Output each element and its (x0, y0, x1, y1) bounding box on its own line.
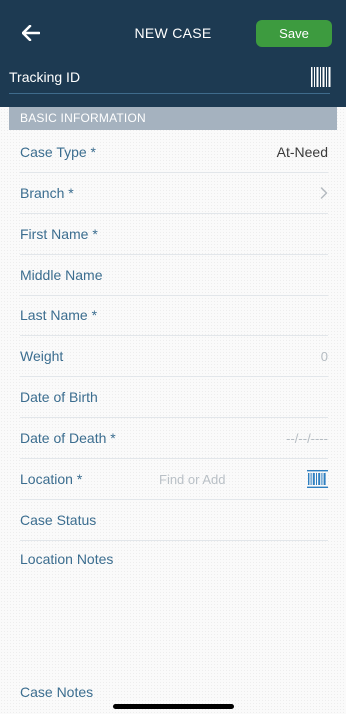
first-name-row[interactable]: First Name * (20, 214, 328, 255)
barcode-icon (307, 470, 328, 488)
case-type-value: At-Need (276, 144, 328, 160)
location-row[interactable]: Location * Find or Add (20, 459, 328, 500)
location-barcode-button[interactable] (307, 470, 328, 488)
date-of-birth-label: Date of Birth (20, 389, 98, 405)
location-label: Location * (20, 471, 83, 487)
home-indicator (113, 704, 234, 709)
app-header: NEW CASE Save Tracking ID (0, 0, 346, 107)
tracking-underline (9, 93, 330, 94)
date-of-death-label: Date of Death * (20, 430, 116, 446)
last-name-row[interactable]: Last Name * (20, 295, 328, 336)
middle-name-row[interactable]: Middle Name (20, 255, 328, 296)
date-of-death-input[interactable]: --/--/---- (286, 431, 328, 446)
location-search-input[interactable]: Find or Add (159, 472, 226, 487)
weight-label: Weight (20, 348, 64, 364)
section-header-basic-information: BASIC INFORMATION (9, 107, 337, 130)
branch-row[interactable]: Branch * (20, 173, 328, 214)
last-name-label: Last Name * (20, 307, 98, 323)
tracking-id-field[interactable]: Tracking ID (9, 69, 80, 85)
weight-input[interactable]: 0 (321, 349, 328, 364)
case-status-label: Case Status (20, 512, 97, 528)
case-status-row[interactable]: Case Status (20, 500, 328, 541)
case-notes-label: Case Notes (20, 683, 94, 700)
barcode-icon (311, 67, 331, 87)
case-type-row[interactable]: Case Type * At-Need (20, 132, 328, 173)
date-of-birth-row[interactable]: Date of Birth (20, 377, 328, 418)
chevron-right-icon (320, 187, 328, 199)
branch-label: Branch * (20, 185, 74, 201)
date-of-death-row[interactable]: Date of Death * --/--/---- (20, 418, 328, 459)
case-type-label: Case Type * (20, 144, 97, 160)
location-notes-row[interactable]: Location Notes (20, 538, 328, 579)
location-notes-label: Location Notes (20, 550, 114, 567)
save-button[interactable]: Save (256, 20, 332, 47)
first-name-label: First Name * (20, 226, 98, 242)
tracking-barcode-button[interactable] (310, 66, 332, 93)
weight-row[interactable]: Weight 0 (20, 336, 328, 377)
middle-name-label: Middle Name (20, 267, 103, 283)
